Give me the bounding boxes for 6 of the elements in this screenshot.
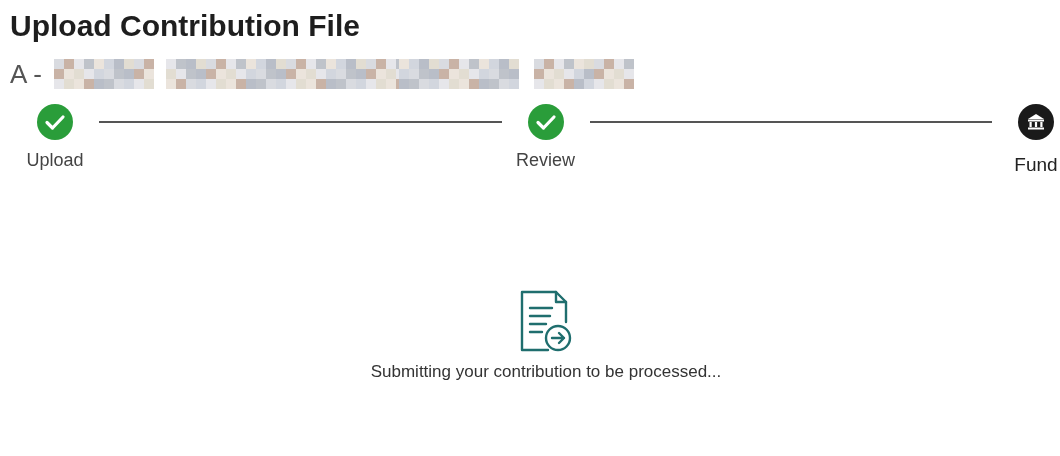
step-label: Fund: [1014, 154, 1058, 176]
step-label: Upload: [26, 150, 84, 171]
step-label: Review: [516, 150, 575, 171]
status-message: Submitting your contribution to be processed...: [370, 362, 722, 382]
page-title: Upload Contribution File: [9, 8, 361, 44]
account-prefix: A -: [10, 58, 42, 90]
